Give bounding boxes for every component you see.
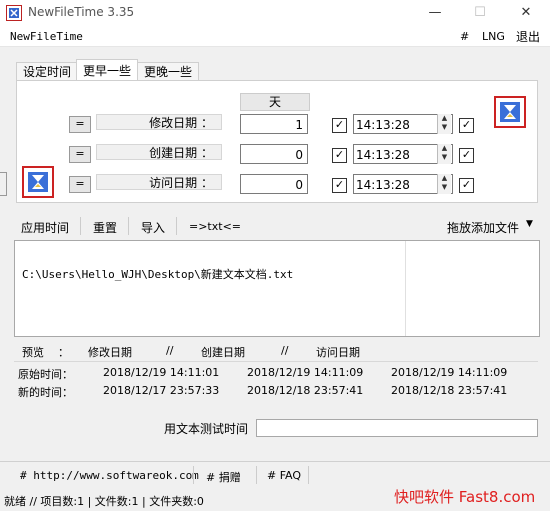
hourglass-icon[interactable] — [22, 166, 54, 198]
new-modified-value: 2018/12/17 23:57:33 — [103, 384, 220, 397]
created-days-input[interactable]: 0 — [240, 144, 308, 164]
tab-set-time[interactable]: 设定时间 — [16, 62, 79, 81]
created-time-value: 14:13:28 — [356, 148, 410, 162]
link-separator — [256, 466, 257, 484]
list-item[interactable]: C:\Users\Hello_WJH\Desktop\新建文本文档.txt — [22, 266, 293, 282]
accessed-date-label: 访问日期 ： — [96, 174, 222, 190]
original-time-label: 原始时间： — [18, 368, 73, 381]
accessed-days-input[interactable]: 0 — [240, 174, 308, 194]
new-accessed-value: 2018/12/18 23:57:41 — [391, 384, 508, 397]
original-created-value: 2018/12/19 14:11:09 — [247, 366, 364, 379]
modified-days-checkbox[interactable]: ✓ — [332, 118, 347, 133]
modified-days-input[interactable]: 1 — [240, 114, 308, 134]
new-time-label: 新的时间： — [18, 386, 73, 399]
accessed-time-spinner[interactable]: ▲ ▼ — [437, 174, 451, 194]
toolbar-separator — [176, 217, 177, 235]
equal-button-accessed[interactable]: = — [69, 176, 91, 193]
link-separator — [193, 466, 194, 484]
new-created-value: 2018/12/18 23:57:41 — [247, 384, 364, 397]
preview-created-header: 创建日期 — [201, 346, 245, 359]
created-days-checkbox[interactable]: ✓ — [332, 148, 347, 163]
reset-button[interactable]: 重置 — [93, 219, 117, 236]
minimize-button[interactable]: — — [424, 2, 446, 24]
tab-later[interactable]: 更晚一些 — [137, 62, 200, 81]
hourglass-icon[interactable] — [494, 96, 526, 128]
accessed-time-value: 14:13:28 — [356, 178, 410, 192]
window-title: NewFileTime 3.35 — [28, 5, 135, 19]
side-handle — [0, 172, 7, 196]
original-modified-value: 2018/12/19 14:11:01 — [103, 366, 220, 379]
preview-accessed-header: 访问日期 — [316, 346, 360, 359]
toolbar-separator — [80, 217, 81, 235]
preview-separator: // — [166, 344, 174, 357]
created-time-checkbox[interactable]: ✓ — [459, 148, 474, 163]
accessed-days-checkbox[interactable]: ✓ — [332, 178, 347, 193]
created-time-spinner[interactable]: ▲ ▼ — [437, 144, 451, 164]
status-text: 就绪 // 项目数:1 | 文件数:1 | 文件夹数:0 — [4, 495, 204, 508]
preview-modified-header: 修改日期 — [88, 346, 132, 359]
app-icon — [6, 5, 22, 21]
test-time-label: 用文本测试时间 — [164, 422, 249, 436]
apply-time-button[interactable]: 应用时间 — [21, 219, 69, 236]
donate-link[interactable]: # 捐赠 — [206, 469, 241, 485]
test-time-input[interactable] — [256, 419, 538, 437]
preview-colon: ： — [58, 346, 69, 359]
equal-button-modified[interactable]: = — [69, 116, 91, 133]
file-list-column — [15, 241, 406, 336]
link-separator — [308, 466, 309, 484]
modified-time-spinner[interactable]: ▲ ▼ — [437, 114, 451, 134]
divider — [14, 361, 538, 362]
created-date-label: 创建日期 ： — [96, 144, 222, 160]
menu-hash[interactable]: # — [460, 30, 469, 43]
maximize-button[interactable]: ☐ — [469, 2, 491, 24]
tab-earlier[interactable]: 更早一些 — [76, 59, 139, 81]
txt-swap-button[interactable]: =>txt<= — [189, 220, 241, 233]
toolbar-separator — [128, 217, 129, 235]
accessed-time-checkbox[interactable]: ✓ — [459, 178, 474, 193]
original-accessed-value: 2018/12/19 14:11:09 — [391, 366, 508, 379]
modified-time-checkbox[interactable]: ✓ — [459, 118, 474, 133]
modified-date-label: 修改日期 ： — [96, 114, 222, 130]
menu-app[interactable]: NewFileTime — [10, 30, 83, 43]
menu-exit[interactable]: 退出 — [516, 28, 540, 45]
menu-language[interactable]: LNG — [482, 30, 505, 43]
drag-drop-files-button[interactable]: 拖放添加文件 — [447, 219, 519, 236]
faq-link[interactable]: # FAQ — [267, 469, 301, 482]
file-list[interactable]: C:\Users\Hello_WJH\Desktop\新建文本文档.txt — [14, 240, 540, 337]
preview-label: 预览 — [22, 346, 44, 359]
modified-time-value: 14:13:28 — [356, 118, 410, 132]
watermark: 快吧软件 Fast8.com — [394, 488, 536, 506]
close-button[interactable]: ✕ — [515, 2, 537, 24]
preview-separator: // — [281, 344, 289, 357]
chevron-down-icon[interactable]: ▼ — [526, 219, 533, 229]
import-button[interactable]: 导入 — [141, 219, 165, 236]
equal-button-created[interactable]: = — [69, 146, 91, 163]
divider — [0, 461, 550, 462]
website-link[interactable]: # http://www.softwareok.com — [20, 469, 199, 482]
day-column-header: 天 — [240, 93, 310, 111]
